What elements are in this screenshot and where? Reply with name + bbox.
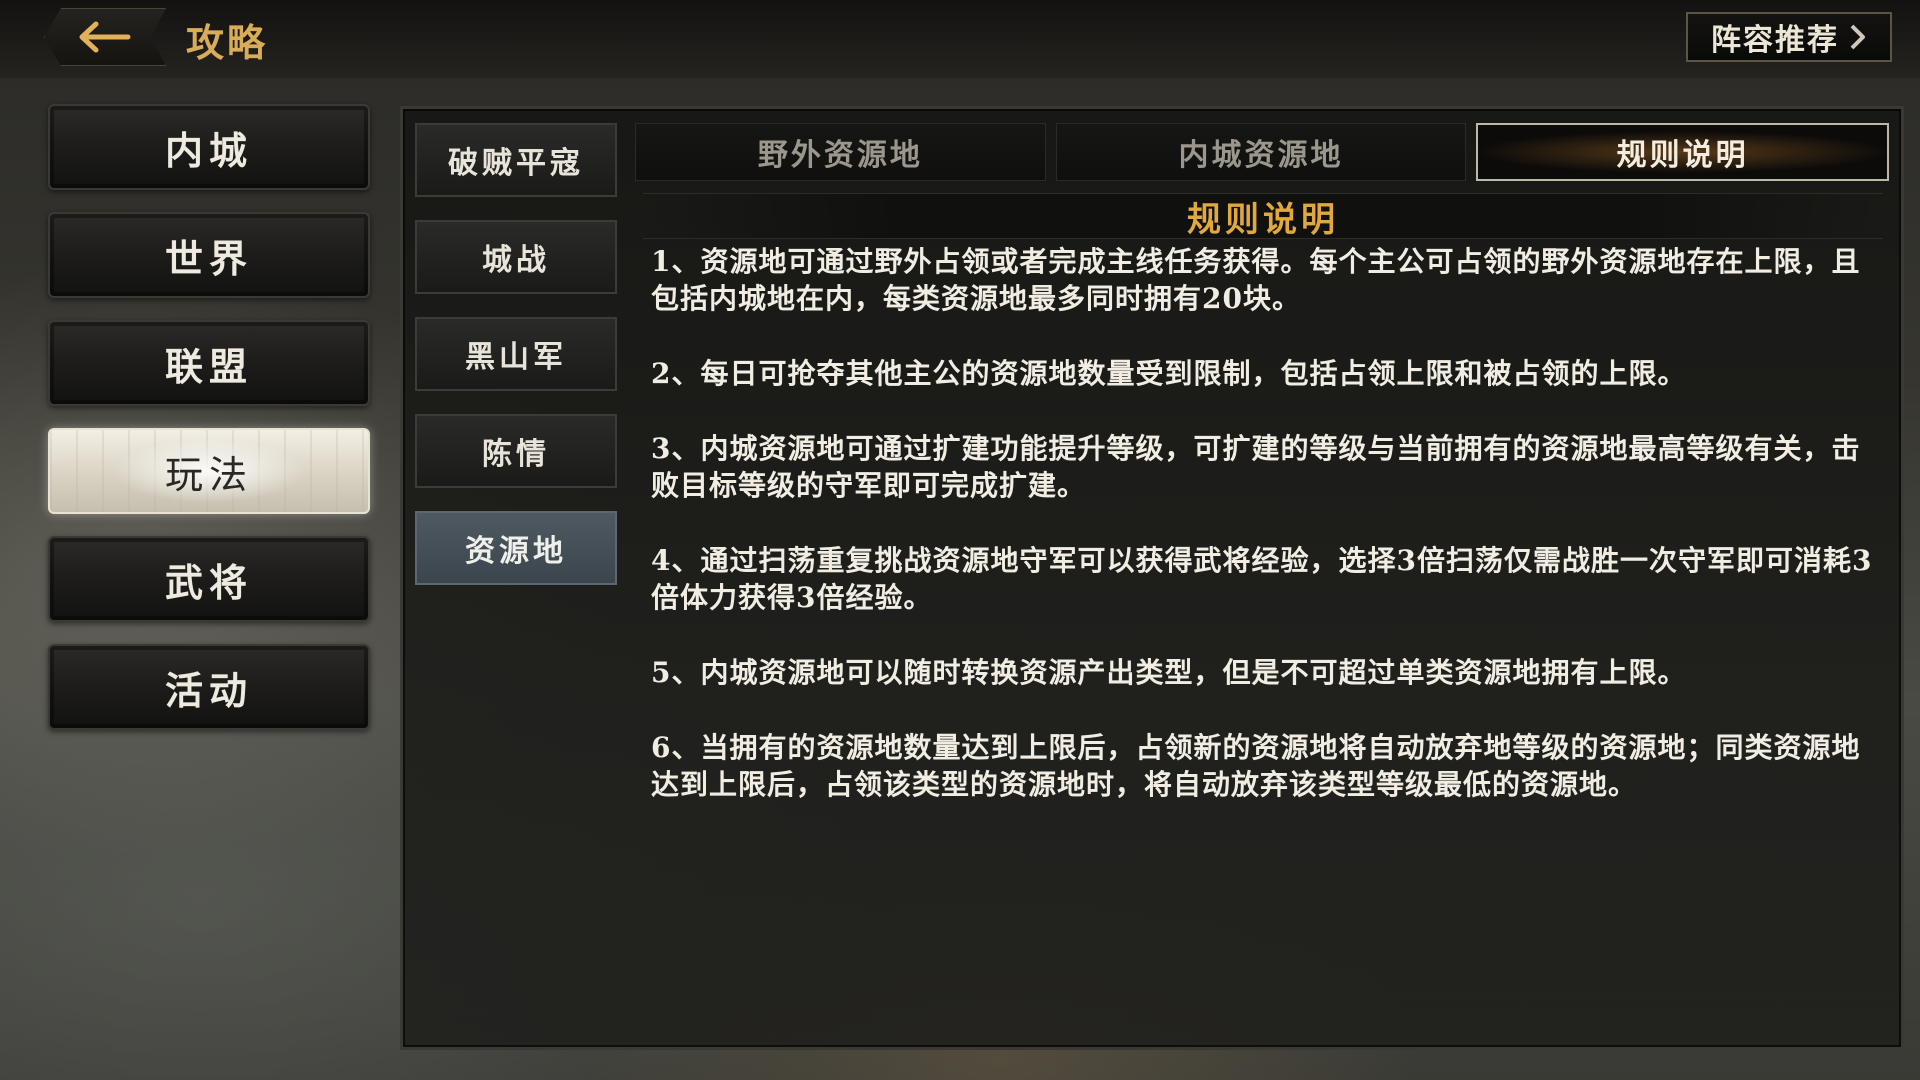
nav-item-label: 活动: [164, 667, 253, 713]
sub-item-heishan-army[interactable]: 黑山军: [415, 317, 617, 391]
tab-bar: 野外资源地 内城资源地 规则说明: [635, 123, 1890, 181]
content-title: 规则说明: [1187, 199, 1339, 240]
sub-item-label: 陈情: [482, 437, 550, 472]
nav-item-label: 武将: [164, 559, 253, 605]
main-panel: 破贼平寇 城战 黑山军 陈情 资源地 野外资源地 内城资源地 规则说明 规则说明…: [400, 106, 1904, 1050]
rule-item: 6、当拥有的资源地数量达到上限后，占领新的资源地将自动放弃地等级的资源地；同类资…: [651, 731, 1861, 801]
strategy-screen: 攻略 阵容推荐 内城 世界 联盟 玩法 武将 活动 破贼平寇 城战 黑山军 陈情…: [0, 0, 1920, 1080]
nav-item-label: 世界: [164, 235, 253, 281]
page-title: 攻略: [186, 20, 269, 65]
tab-label: 野外资源地: [757, 138, 923, 173]
tab-wild-resources[interactable]: 野外资源地: [635, 123, 1046, 181]
lineup-recommend-button[interactable]: 阵容推荐: [1686, 12, 1892, 62]
tab-label: 内城资源地: [1178, 138, 1344, 173]
tab-rules[interactable]: 规则说明: [1476, 123, 1890, 181]
sub-item-label: 资源地: [465, 534, 567, 569]
rule-item: 1、资源地可通过野外占领或者完成主线任务获得。每个主公可占领的野外资源地存在上限…: [651, 245, 1861, 315]
nav-item-generals[interactable]: 武将: [48, 536, 370, 622]
lineup-recommend-label: 阵容推荐: [1711, 23, 1839, 58]
content-title-bar: 规则说明: [643, 193, 1883, 240]
nav-item-label: 内城: [164, 127, 253, 173]
rule-item: 5、内城资源地可以随时转换资源产出类型，但是不可超过单类资源地拥有上限。: [651, 656, 1687, 689]
category-nav: 内城 世界 联盟 玩法 武将 活动: [48, 104, 374, 752]
rule-item: 2、每日可抢夺其他主公的资源地数量受到限制，包括占领上限和被占领的上限。: [651, 357, 1687, 390]
back-button[interactable]: [44, 8, 166, 66]
rule-item: 4、通过扫荡重复挑战资源地守军可以获得武将经验，选择3倍扫荡仅需战胜一次守军即可…: [651, 544, 1873, 614]
nav-item-inner-city[interactable]: 内城: [48, 104, 370, 190]
sub-item-label: 城战: [482, 243, 550, 278]
sub-item-city-war[interactable]: 城战: [415, 220, 617, 294]
sub-item-label: 破贼平寇: [448, 146, 584, 181]
chevron-right-icon: [1849, 23, 1867, 51]
rule-item: 3、内城资源地可通过扩建功能提升等级，可扩建的等级与当前拥有的资源地最高等级有关…: [651, 432, 1861, 502]
nav-item-events[interactable]: 活动: [48, 644, 370, 730]
back-arrow-icon: [79, 21, 131, 53]
sub-item-label: 黑山军: [465, 340, 567, 375]
nav-item-world[interactable]: 世界: [48, 212, 370, 298]
tab-city-resources[interactable]: 内城资源地: [1055, 123, 1467, 181]
sub-item-resource-land[interactable]: 资源地: [415, 511, 617, 585]
sub-item-bandits[interactable]: 破贼平寇: [415, 123, 617, 197]
tab-label: 规则说明: [1616, 138, 1749, 173]
nav-item-gameplay[interactable]: 玩法: [48, 428, 370, 514]
top-bar: 攻略 阵容推荐: [0, 0, 1920, 78]
sub-nav: 破贼平寇 城战 黑山军 陈情 资源地: [415, 123, 621, 608]
sub-item-petition[interactable]: 陈情: [415, 414, 617, 488]
nav-item-alliance[interactable]: 联盟: [48, 320, 370, 406]
rules-text: 1、资源地可通过野外占领或者完成主线任务获得。每个主公可占领的野外资源地存在上限…: [651, 243, 1881, 841]
nav-item-label: 玩法: [164, 452, 253, 497]
nav-item-label: 联盟: [164, 343, 253, 389]
